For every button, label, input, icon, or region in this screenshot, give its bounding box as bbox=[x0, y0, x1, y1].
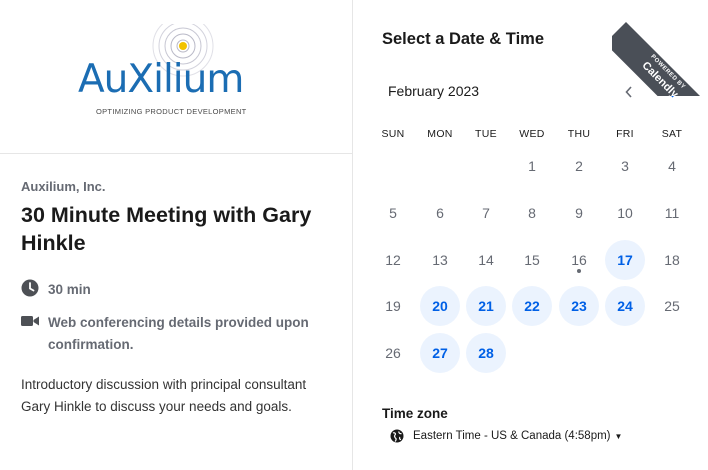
calendar-day-13: 13 bbox=[432, 252, 448, 268]
logo-area: AuXilium OPTIMIZING PRODUCT DEVELOPMENT bbox=[0, 0, 352, 154]
weekday-fri: FRI bbox=[616, 128, 634, 140]
weekday-sat: SAT bbox=[661, 128, 683, 140]
chevron-left-icon bbox=[624, 83, 634, 103]
timezone-label: Time zone bbox=[382, 406, 448, 421]
calendar-day-available-20[interactable]: 20 bbox=[420, 286, 460, 326]
video-camera-icon bbox=[21, 312, 39, 330]
calendar-day-9: 9 bbox=[575, 205, 583, 221]
calendar-day-2: 2 bbox=[575, 158, 583, 174]
weekday-sun: SUN bbox=[381, 128, 405, 140]
clock-icon bbox=[21, 279, 39, 297]
calendar-day-available-21[interactable]: 21 bbox=[466, 286, 506, 326]
calendar-day-11: 11 bbox=[664, 205, 680, 221]
month-label: February 2023 bbox=[388, 83, 480, 99]
event-details-panel: AuXilium OPTIMIZING PRODUCT DEVELOPMENT … bbox=[0, 0, 353, 470]
location-text: Web conferencing details provided upon c… bbox=[48, 315, 309, 352]
calendar-day-available-24[interactable]: 24 bbox=[605, 286, 645, 326]
calendar-day-1: 1 bbox=[528, 158, 536, 174]
chevron-right-icon bbox=[669, 83, 679, 103]
calendar-day-4: 4 bbox=[668, 158, 676, 174]
calendar-day-10: 10 bbox=[617, 205, 633, 221]
weekday-wed: WED bbox=[519, 128, 545, 140]
calendar-day-18: 18 bbox=[664, 252, 680, 268]
logo-wordmark: AuXilium bbox=[78, 57, 244, 102]
weekday-tue: TUE bbox=[475, 128, 497, 140]
caret-down-icon: ▼ bbox=[614, 431, 623, 441]
calendar-day-3: 3 bbox=[621, 158, 629, 174]
duration-row: 30 min bbox=[21, 279, 91, 301]
calendar-day-8: 8 bbox=[528, 205, 536, 221]
today-indicator-dot bbox=[577, 269, 581, 273]
calendar-day-14: 14 bbox=[478, 252, 494, 268]
company-logo: AuXilium OPTIMIZING PRODUCT DEVELOPMENT bbox=[78, 24, 268, 124]
calendar-day-available-27[interactable]: 27 bbox=[420, 333, 460, 373]
calendar-day-available-22[interactable]: 22 bbox=[512, 286, 552, 326]
timezone-value: Eastern Time - US & Canada (4:58pm) bbox=[413, 430, 611, 442]
calendar-day-25: 25 bbox=[664, 298, 680, 314]
calendar-day-available-23[interactable]: 23 bbox=[559, 286, 599, 326]
event-description: Introductory discussion with principal c… bbox=[21, 377, 307, 414]
previous-month-button[interactable] bbox=[618, 81, 640, 103]
logo-tagline: OPTIMIZING PRODUCT DEVELOPMENT bbox=[96, 107, 247, 116]
next-month-button[interactable] bbox=[663, 81, 685, 103]
calendar-day-15: 15 bbox=[524, 252, 540, 268]
weekday-mon: MON bbox=[427, 128, 453, 140]
scheduler-panel: Select a Date & Time February 2023 SUN MO… bbox=[354, 0, 708, 470]
globe-icon bbox=[390, 429, 404, 443]
calendar-day-5: 5 bbox=[389, 205, 397, 221]
calendar-day-available-28[interactable]: 28 bbox=[466, 333, 506, 373]
weekday-thu: THU bbox=[567, 128, 591, 140]
calendar-day-7: 7 bbox=[482, 205, 490, 221]
scheduler-heading: Select a Date & Time bbox=[382, 30, 545, 48]
duration-text: 30 min bbox=[48, 282, 91, 297]
organizer-name: Auxilium, Inc. bbox=[21, 179, 106, 194]
calendar-day-16: 16 bbox=[559, 240, 599, 280]
calendar-day-19: 19 bbox=[385, 298, 401, 314]
calendar-day-12: 12 bbox=[385, 252, 401, 268]
event-title: 30 Minute Meeting with Gary Hinkle bbox=[21, 203, 312, 255]
location-row: Web conferencing details provided upon c… bbox=[21, 312, 338, 356]
calendar-day-26: 26 bbox=[385, 345, 401, 361]
calendar-day-available-17[interactable]: 17 bbox=[605, 240, 645, 280]
calendar-day-6: 6 bbox=[436, 205, 444, 221]
timezone-selector[interactable]: Eastern Time - US & Canada (4:58pm) ▼ bbox=[390, 429, 622, 443]
